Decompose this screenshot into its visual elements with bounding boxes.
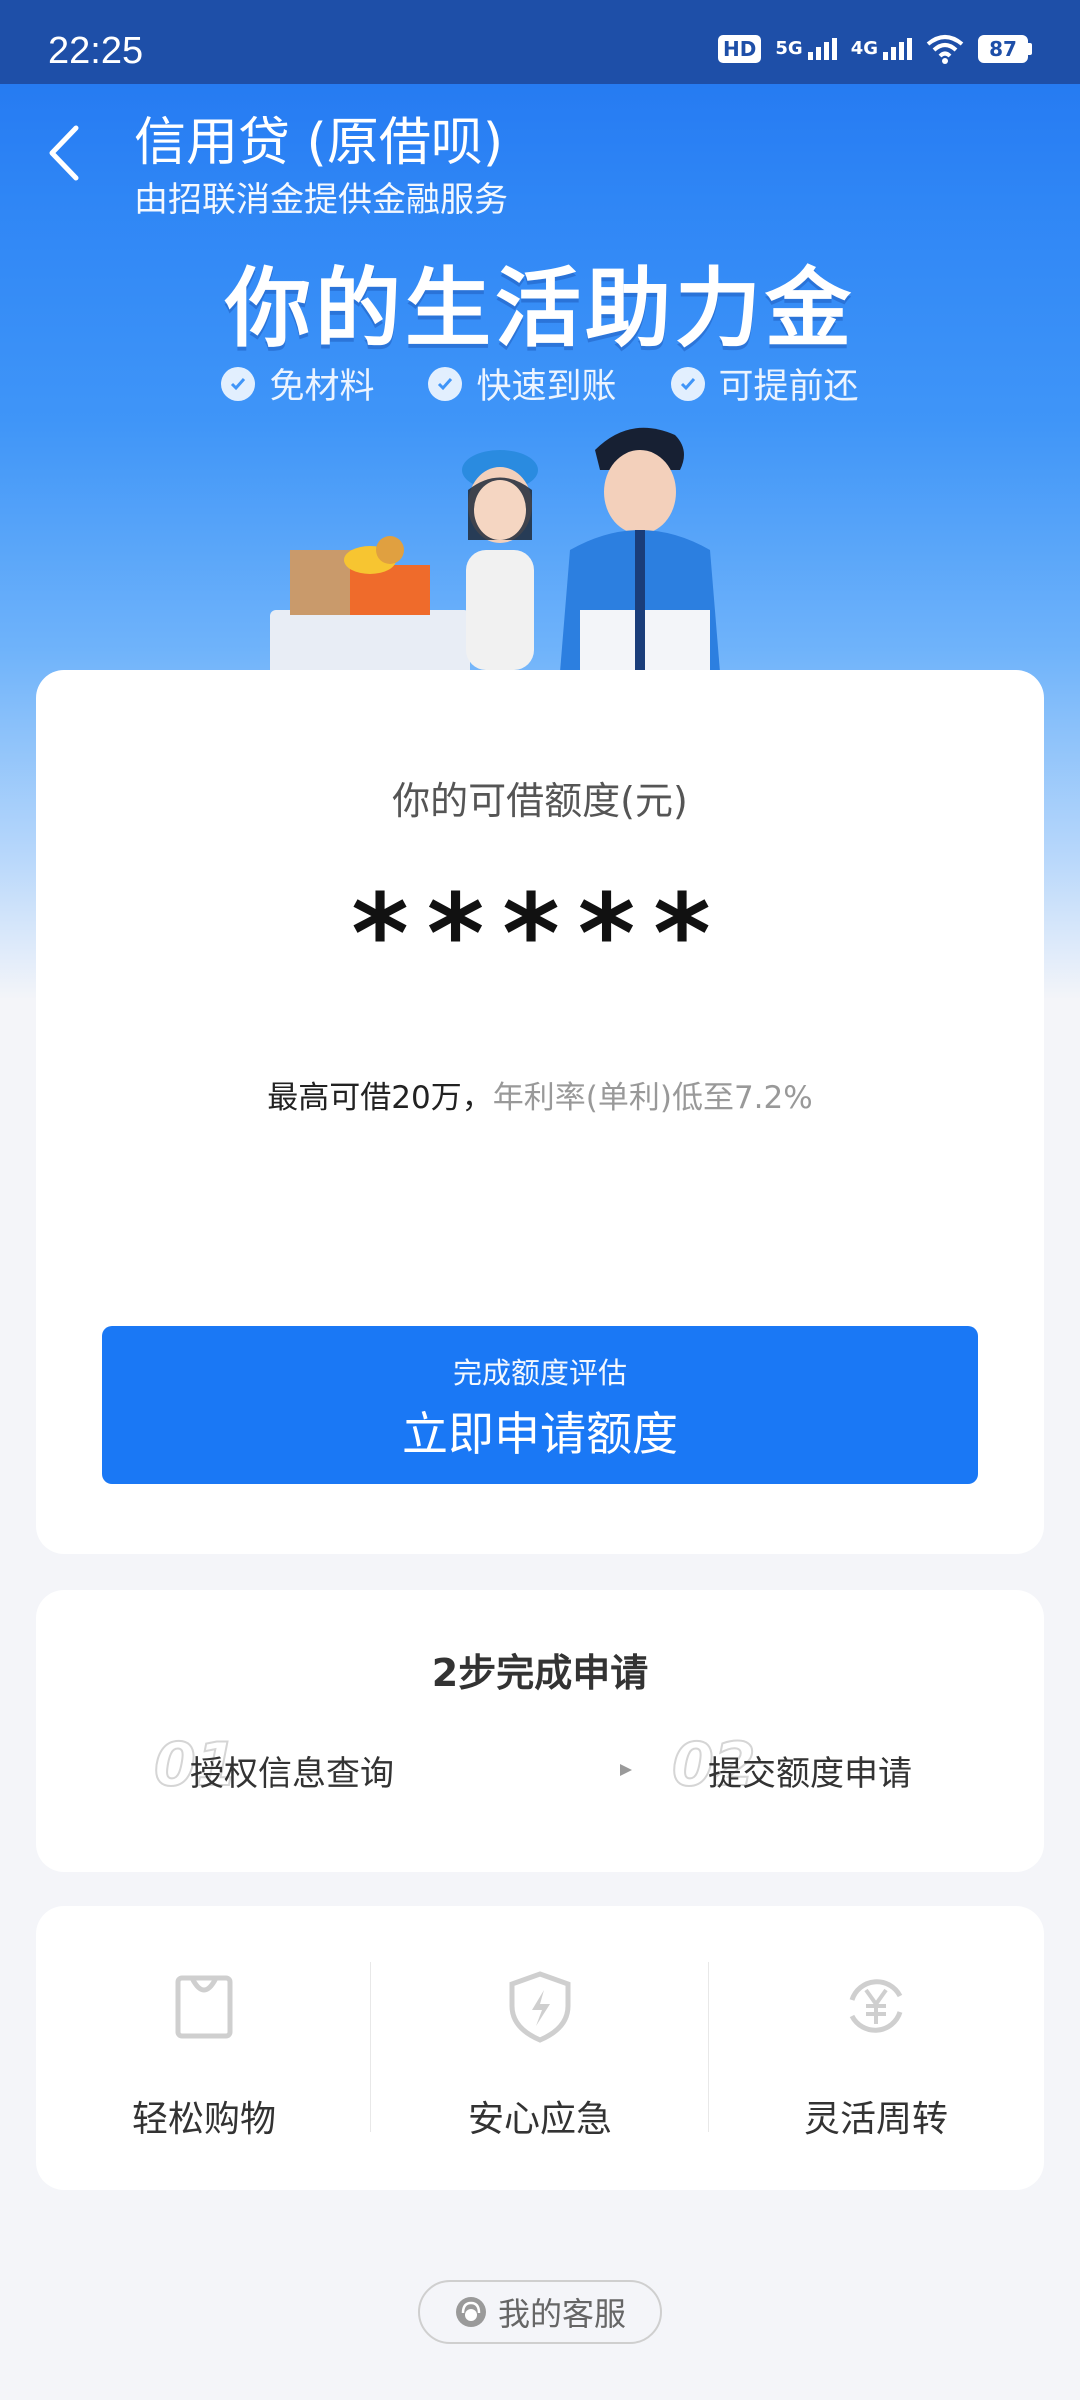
- benefit-turnover: 灵活周转: [708, 1966, 1044, 2142]
- customer-service-button[interactable]: 我的客服: [418, 2280, 662, 2344]
- shopping-bag-icon: [175, 1975, 233, 2039]
- benefit-label: 轻松购物: [131, 2099, 276, 2140]
- apply-quota-button[interactable]: 完成额度评估 立即申请额度: [102, 1326, 978, 1484]
- benefit-emergency: 安心应急: [372, 1966, 708, 2142]
- back-arrow-icon[interactable]: [40, 118, 90, 188]
- quota-label: 你的可借额度(元): [392, 779, 688, 823]
- apply-button-subtitle: 完成额度评估: [452, 1356, 627, 1390]
- status-bar: 22:25 HD 5G 4G 87: [0, 0, 1080, 84]
- step-label: 提交额度申请: [708, 1754, 912, 1794]
- hero-features: 免材料 快速到账 可提前还: [0, 358, 1080, 409]
- steps-card: 2步完成申请 01 授权信息查询 02 提交额度申请: [36, 1590, 1044, 1872]
- customer-service-label: 我的客服: [497, 2295, 626, 2333]
- hero-illustration: [270, 427, 720, 672]
- battery-icon: 87: [978, 35, 1032, 63]
- hero-slogan: 你的生活助力金: [225, 259, 855, 359]
- step-item: 01 授权信息查询: [153, 1729, 414, 1801]
- wifi-icon: [926, 35, 964, 64]
- divider: [370, 1962, 371, 2132]
- status-time: 22:25: [48, 30, 144, 72]
- signal-4g-icon: 4G: [851, 38, 912, 60]
- hd-icon: HD: [718, 35, 762, 63]
- yuan-cycle-icon: [849, 1979, 903, 2033]
- hero-feature: 可提前还: [670, 358, 859, 409]
- quota-note: 最高可借20万，年利率(单利)低至7.2%: [36, 1072, 1044, 1117]
- benefit-shopping: 轻松购物: [36, 1966, 372, 2142]
- benefit-label: 安心应急: [467, 2099, 612, 2140]
- quota-max-text: 最高可借20万，: [267, 1080, 493, 1116]
- quota-card: 你的可借额度(元) ***** 最高可借20万，年利率(单利)低至7.2% 完成…: [36, 670, 1044, 1554]
- customer-service-icon: [455, 2297, 486, 2327]
- step-item: 02 提交额度申请: [671, 1729, 932, 1801]
- signal-4g-label: 4G: [850, 38, 878, 59]
- status-icons: HD 5G 4G 87: [718, 34, 1032, 64]
- hero-feature-label: 快速到账: [476, 367, 617, 407]
- check-icon: [221, 366, 256, 401]
- step-label: 授权信息查询: [190, 1754, 394, 1794]
- page-title: 信用贷 (原借呗): [134, 113, 504, 173]
- benefits-card: 轻松购物 安心应急 灵活周转: [36, 1906, 1044, 2190]
- hero-feature: 快速到账: [428, 358, 617, 409]
- shield-lightning-icon: [509, 1971, 571, 2043]
- hero-feature-label: 免材料: [269, 367, 375, 407]
- signal-5g-label: 5G: [775, 38, 803, 59]
- check-icon: [428, 366, 463, 401]
- apply-button-label: 立即申请额度: [402, 1407, 678, 1461]
- check-icon: [670, 366, 705, 401]
- steps-title: 2步完成申请: [431, 1651, 649, 1695]
- arrow-right-icon: [456, 1764, 632, 1776]
- battery-level: 87: [978, 35, 1028, 63]
- benefit-label: 灵活周转: [803, 2099, 948, 2140]
- hero-feature-label: 可提前还: [718, 367, 859, 407]
- hero-feature: 免材料: [221, 358, 374, 409]
- signal-5g-icon: 5G: [775, 38, 837, 60]
- quota-rate-text: 年利率(单利)低至7.2%: [492, 1080, 813, 1116]
- quota-value: *****: [351, 870, 729, 998]
- page-subtitle: 由招联消金提供金融服务: [134, 180, 508, 220]
